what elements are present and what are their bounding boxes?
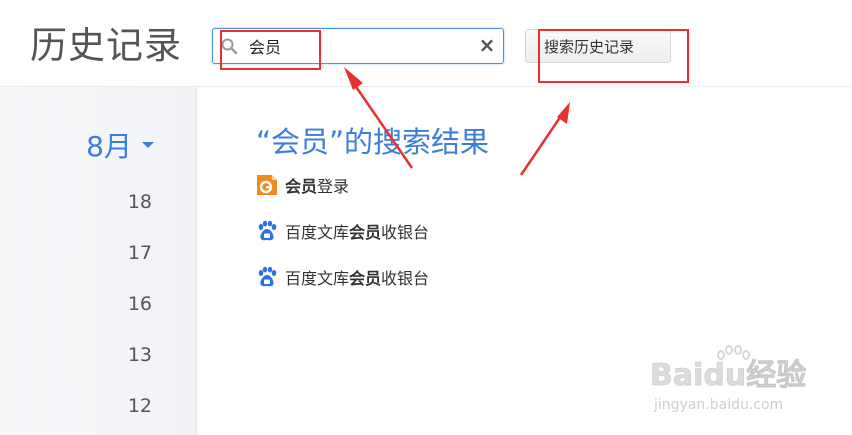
watermark-logo-text: Baidu经验 <box>650 358 806 393</box>
annotation-arrow-search <box>344 67 414 169</box>
watermark-url-text: jingyan.baidu.com <box>653 397 783 413</box>
baidu-jingyan-watermark: Baidu经验 jingyan.baidu.com <box>650 345 807 413</box>
annotation-arrow-button <box>519 102 570 176</box>
